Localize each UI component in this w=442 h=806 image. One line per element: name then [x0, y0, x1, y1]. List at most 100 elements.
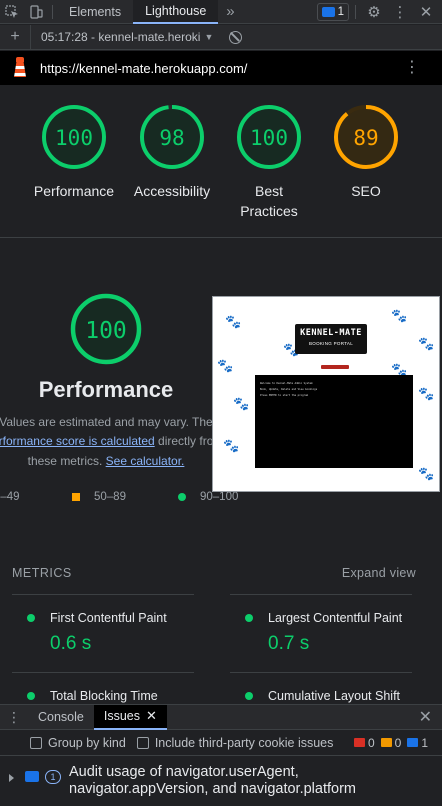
third-party-cookie-checkbox[interactable]: Include third-party cookie issues [136, 735, 334, 750]
metric-fcp-name: First Contentful Paint [50, 611, 167, 625]
paw-icon: 🐾 [217, 358, 234, 373]
report-url[interactable]: https://kennel-mate.herokuapp.com/ [40, 61, 247, 76]
drawer-tab-console[interactable]: Console [28, 705, 94, 730]
divider [355, 4, 356, 19]
dropdown-arrow-icon: ▼ [204, 32, 214, 42]
drawer-tab-issues-label: Issues [103, 709, 141, 723]
paw-icon: 🐾 [225, 314, 242, 329]
metric-tbt: Total Blocking Time [12, 672, 194, 704]
expand-view-toggle[interactable]: Expand view [342, 566, 416, 580]
metric-lcp-value: 0.7 s [268, 633, 310, 654]
drawer-tab-console-label: Console [38, 710, 84, 724]
third-party-cookie-label: Include third-party cookie issues [154, 735, 334, 750]
new-report-button[interactable]: + [0, 28, 30, 46]
square-icon [72, 493, 80, 501]
more-tabs-button[interactable]: » [218, 0, 242, 24]
divider [52, 4, 53, 19]
report-menu-icon[interactable]: ⋮ [404, 60, 420, 76]
issue-row[interactable]: 1 Audit usage of navigator.userAgent, na… [0, 756, 442, 806]
report-url-bar: https://kennel-mate.herokuapp.com/ ⋮ [0, 51, 442, 85]
device-toolbar-icon[interactable] [24, 0, 48, 24]
paw-icon: 🐾 [418, 466, 435, 481]
warning-count: 0 [394, 735, 402, 750]
report-selector[interactable]: 05:17:28 - kennel-mate.heroki ▼ [30, 24, 214, 50]
paw-icon: 🐾 [418, 336, 435, 351]
metrics-title: METRICS [12, 566, 72, 580]
error-icon [353, 738, 365, 747]
see-calculator-link[interactable]: See calculator. [106, 454, 185, 468]
more-options-icon[interactable]: ⋮ [388, 0, 412, 24]
gauge-performance-label: Performance [33, 183, 115, 199]
gauge-accessibility-score: 98 [159, 126, 184, 150]
gauge-best-practices-label-line1: Best [254, 183, 283, 199]
gauge-seo-score: 89 [353, 126, 378, 150]
drawer-tab-bar: ⋮ Console Issues ✕ ✕ [0, 704, 442, 730]
gauge-best-practices[interactable]: 100 Best Practices [219, 103, 319, 221]
gauge-performance-ring: 100 [42, 105, 106, 169]
clear-reports-icon[interactable] [229, 30, 243, 44]
performance-title: Performance [38, 377, 174, 402]
info-count: 1 [421, 735, 428, 750]
tab-elements[interactable]: Elements [57, 0, 133, 24]
close-tab-icon[interactable]: ✕ [146, 708, 157, 724]
issue-counts[interactable]: 0 0 1 [353, 735, 428, 750]
score-calc-line: rformance score is calculated directly f… [0, 434, 226, 448]
performance-large-score: 100 [85, 318, 127, 344]
lighthouse-toolbar: + 05:17:28 - kennel-mate.heroki ▼ [0, 24, 442, 50]
paw-icon: 🐾 [223, 438, 240, 453]
issue-title-line2: navigator.appVersion, and navigator.plat… [69, 781, 356, 797]
issue-title-line1: Audit usage of navigator.userAgent, [69, 764, 299, 780]
gauge-seo[interactable]: 89 SEO [316, 103, 416, 201]
issue-occurrence-count: 1 [45, 770, 61, 784]
metric-tbt-name: Total Blocking Time [50, 689, 158, 703]
paw-icon: 🐾 [391, 308, 408, 323]
close-devtools-icon[interactable]: ✕ [414, 0, 438, 24]
warning-icon [380, 738, 392, 747]
paw-icon: 🐾 [233, 396, 250, 411]
drawer-tab-issues[interactable]: Issues ✕ [93, 704, 167, 730]
devtools-tab-bar: Elements Lighthouse » 1 ⚙ ⋮ ✕ [0, 0, 442, 24]
drawer-menu-icon[interactable]: ⋮ [0, 709, 28, 726]
gauge-performance[interactable]: 100 Performance [24, 103, 124, 201]
metric-cls: Cumulative Layout Shift [230, 672, 412, 704]
gauge-best-practices-label: Best Practices [219, 181, 319, 221]
gauge-accessibility-label: Accessibility [133, 183, 211, 199]
score-legend: 0–49 50–89 90–100 [0, 491, 260, 507]
inspect-element-icon[interactable] [0, 0, 24, 24]
legend-fail-label: 0–49 [0, 491, 20, 503]
info-chat-icon [25, 771, 39, 782]
kennel-mate-banner: KENNEL-MATE BOOKING PORTAL [295, 324, 367, 354]
checkbox-icon [30, 736, 42, 749]
pass-dot-icon [27, 692, 35, 700]
performance-gauge-large: 100 [70, 293, 142, 365]
gauge-best-practices-score: 100 [250, 126, 288, 150]
gauge-accessibility-ring: 98 [140, 105, 204, 169]
checkbox-icon [136, 736, 149, 749]
settings-gear-icon[interactable]: ⚙ [362, 0, 386, 24]
metric-cls-name: Cumulative Layout Shift [268, 689, 401, 703]
expand-arrow-icon[interactable] [9, 774, 14, 782]
pass-dot-icon [245, 614, 253, 622]
messages-badge[interactable]: 1 [316, 2, 349, 21]
close-drawer-icon[interactable]: ✕ [419, 707, 432, 727]
score-calculated-link[interactable]: rformance score is calculated [0, 434, 155, 448]
legend-average: 50–89 [72, 491, 126, 503]
paw-icon: 🐾 [418, 386, 435, 401]
issue-title: Audit usage of navigator.userAgent, navi… [69, 764, 356, 798]
tab-lighthouse[interactable]: Lighthouse [133, 0, 219, 24]
kennel-mate-subtitle: BOOKING PORTAL [308, 341, 354, 346]
info-icon [407, 738, 419, 747]
gauge-performance-score: 100 [55, 126, 93, 150]
pass-dot-icon [27, 614, 35, 622]
score-gauges: 100 Performance 98 Accessibility 100 Bes… [0, 85, 442, 238]
gauge-best-practices-label-line2: Practices [240, 203, 298, 219]
group-by-kind-checkbox[interactable]: Group by kind [30, 736, 126, 750]
terminal-window: Welcome to Kennel-Mate Admin System Book… [255, 375, 413, 468]
gauge-accessibility[interactable]: 98 Accessibility [122, 103, 222, 201]
score-calc-rest: directly fro [154, 434, 214, 448]
final-screenshot-thumbnail[interactable]: 🐾 🐾 🐾 🐾 🐾 🐾 🐾 🐾 🐾 🐾 KENNEL-MATE BOOKING … [212, 296, 440, 492]
lighthouse-logo-icon [12, 57, 28, 79]
metrics-header: METRICS Expand view [12, 566, 416, 580]
gauge-seo-ring: 89 [334, 105, 398, 169]
estimate-note: Values are estimated and may vary. The [0, 415, 213, 429]
